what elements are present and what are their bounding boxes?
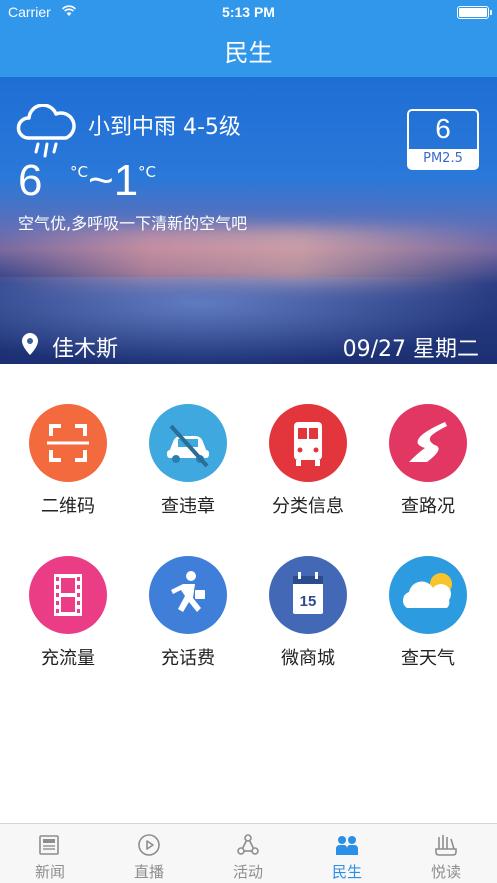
service-label: 查路况 bbox=[401, 496, 455, 517]
temperature-high: ~1 bbox=[88, 156, 139, 205]
date-weekday: 09/27 星期二 bbox=[342, 337, 479, 362]
service-phone-topup[interactable]: 充话费 bbox=[128, 556, 248, 670]
tab-label: 活动 bbox=[232, 863, 263, 881]
books-icon bbox=[435, 835, 457, 856]
rain-cloud-icon bbox=[16, 104, 76, 158]
header: Carrier 5:13 PM 民生 bbox=[0, 0, 497, 77]
car-violation-icon bbox=[149, 404, 227, 482]
network-icon bbox=[237, 834, 259, 855]
service-label: 二维码 bbox=[41, 496, 95, 517]
road-icon bbox=[389, 404, 467, 482]
pm25-label: PM2.5 bbox=[409, 149, 477, 168]
tab-activity[interactable]: 活动 bbox=[198, 824, 298, 883]
tab-label: 民生 bbox=[331, 863, 362, 881]
svg-text:15: 15 bbox=[300, 593, 317, 610]
weather-condition: 小到中雨 4-5级 bbox=[88, 115, 241, 140]
status-time: 5:13 PM bbox=[222, 4, 275, 20]
service-label: 查天气 bbox=[401, 648, 455, 669]
service-grid: 二维码 查违章 分类信息 查路况 充流量 充话费 15 微商城 查天气 bbox=[0, 364, 497, 824]
qr-scan-icon bbox=[29, 404, 107, 482]
service-label: 充话费 bbox=[161, 648, 215, 669]
weather-banner[interactable]: 小到中雨 4-5级 6 °C ~1 °C 空气优,多呼吸一下清新的空气吧 6 P… bbox=[0, 77, 497, 364]
people-icon bbox=[336, 836, 358, 855]
status-bar: Carrier 5:13 PM bbox=[0, 0, 497, 26]
tab-news[interactable]: 新闻 bbox=[0, 824, 100, 883]
app-screen: Carrier 5:13 PM 民生 小到中雨 4-5级 6 °C ~1 °C … bbox=[0, 0, 497, 883]
battery-icon bbox=[457, 6, 492, 19]
weather-cloud-icon bbox=[389, 556, 467, 634]
service-label: 查违章 bbox=[161, 496, 215, 517]
pm25-badge: 6 PM2.5 bbox=[407, 109, 479, 170]
calendar-icon: 15 bbox=[269, 556, 347, 634]
pm25-value: 6 bbox=[435, 113, 451, 144]
newspaper-icon bbox=[39, 835, 59, 855]
tab-livelihood[interactable]: 民生 bbox=[297, 824, 397, 883]
tab-bar: 新闻 直播 活动 民生 悦读 bbox=[0, 823, 497, 883]
service-data-topup[interactable]: 充流量 bbox=[8, 556, 128, 670]
temperature-low: 6 bbox=[18, 156, 43, 205]
temperature-unit: °C bbox=[138, 163, 156, 181]
temperature-unit: °C bbox=[70, 163, 88, 181]
service-label: 充流量 bbox=[41, 648, 95, 669]
service-road-conditions[interactable]: 查路况 bbox=[368, 404, 488, 518]
location-pin-icon bbox=[22, 333, 38, 355]
air-quality-tip: 空气优,多呼吸一下清新的空气吧 bbox=[18, 214, 248, 233]
tab-label: 直播 bbox=[133, 863, 164, 881]
service-classified-info[interactable]: 分类信息 bbox=[248, 404, 368, 518]
page-title: 民生 bbox=[224, 39, 273, 67]
runner-icon bbox=[149, 556, 227, 634]
service-weather[interactable]: 查天气 bbox=[368, 556, 488, 670]
play-icon bbox=[138, 834, 160, 856]
battery-fill bbox=[459, 8, 487, 17]
bus-icon bbox=[269, 404, 347, 482]
film-icon bbox=[29, 556, 107, 634]
tab-reading[interactable]: 悦读 bbox=[396, 824, 496, 883]
service-label: 分类信息 bbox=[272, 496, 344, 517]
city-name[interactable]: 佳木斯 bbox=[52, 331, 118, 363]
tab-label: 悦读 bbox=[430, 863, 461, 881]
service-qr-code[interactable]: 二维码 bbox=[8, 404, 128, 518]
tab-live[interactable]: 直播 bbox=[99, 824, 199, 883]
service-traffic-violation[interactable]: 查违章 bbox=[128, 404, 248, 518]
tab-label: 新闻 bbox=[34, 863, 65, 881]
service-label: 微商城 bbox=[281, 648, 335, 669]
service-micro-mall[interactable]: 15 微商城 bbox=[248, 556, 368, 670]
